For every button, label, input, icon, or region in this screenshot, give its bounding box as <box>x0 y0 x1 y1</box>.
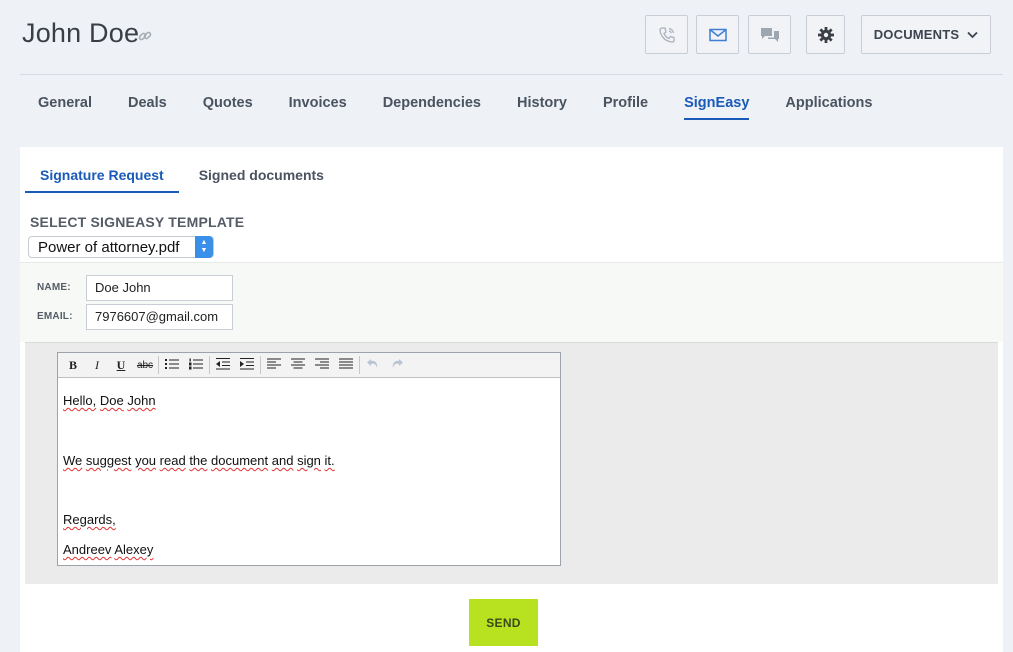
link-icon[interactable] <box>137 28 153 44</box>
message-word: the <box>189 453 208 468</box>
tab-dependencies[interactable]: Dependencies <box>383 86 481 120</box>
template-select[interactable]: Power of attorney.pdf ▲ ▼ <box>28 236 214 258</box>
message-word: it. <box>324 453 335 468</box>
documents-dropdown-button[interactable]: DOCUMENTS <box>861 15 991 54</box>
message-word: Doe <box>99 393 124 408</box>
bold-button[interactable]: B <box>61 355 85 375</box>
send-button[interactable]: SEND <box>469 599 538 646</box>
italic-button[interactable]: I <box>85 355 109 375</box>
toolbar-divider <box>260 356 261 374</box>
outdent-button[interactable] <box>211 355 235 375</box>
align-center-icon <box>291 358 305 373</box>
numbered-list-button[interactable] <box>184 355 208 375</box>
call-button[interactable] <box>645 15 688 54</box>
phone-icon <box>657 25 677 45</box>
align-justify-button[interactable] <box>334 355 358 375</box>
indent-icon <box>240 357 254 373</box>
message-word: Regards, <box>63 512 116 527</box>
settings-button[interactable] <box>806 15 845 54</box>
align-right-button[interactable] <box>310 355 334 375</box>
strikethrough-button[interactable]: abc <box>133 355 157 375</box>
redo-button[interactable] <box>385 355 409 375</box>
editor-area: B I U abc Hello, Doe John We suggest you… <box>25 342 998 584</box>
message-word: We <box>63 453 83 468</box>
undo-button[interactable] <box>361 355 385 375</box>
recipient-fields: NAME: Doe John EMAIL: 7976607@gmail.com <box>20 262 1003 342</box>
subtab-signature-request[interactable]: Signature Request <box>25 157 179 193</box>
subtab-signed-documents[interactable]: Signed documents <box>184 157 339 193</box>
template-select-label: SELECT SIGNEASY TEMPLATE <box>30 214 245 230</box>
header-divider <box>20 74 1003 75</box>
toolbar-divider <box>209 356 210 374</box>
chat-bubbles-icon <box>759 25 781 45</box>
tab-quotes[interactable]: Quotes <box>203 86 253 120</box>
bullet-list-button[interactable] <box>160 355 184 375</box>
signeasy-panel: Signature Request Signed documents SELEC… <box>20 147 1003 652</box>
message-line-body: We suggest you read the document and sig… <box>63 453 335 468</box>
tab-deals[interactable]: Deals <box>128 86 167 120</box>
tab-applications[interactable]: Applications <box>785 86 872 120</box>
template-selected-value: Power of attorney.pdf <box>38 238 180 256</box>
align-left-button[interactable] <box>262 355 286 375</box>
message-word: and <box>271 453 294 468</box>
gear-icon <box>817 26 835 44</box>
align-right-icon <box>315 358 329 373</box>
email-label: EMAIL: <box>37 311 73 322</box>
documents-label: DOCUMENTS <box>873 27 960 42</box>
tab-invoices[interactable]: Invoices <box>289 86 347 120</box>
toolbar-divider <box>359 356 360 374</box>
tab-signeasy[interactable]: SignEasy <box>684 86 750 120</box>
contact-header: John Doe DOCUMENTS <box>0 0 1013 75</box>
message-word: document <box>211 453 269 468</box>
align-center-button[interactable] <box>286 355 310 375</box>
underline-button[interactable]: U <box>109 355 133 375</box>
undo-icon <box>366 358 380 373</box>
message-word: suggest <box>85 453 132 468</box>
name-label: NAME: <box>37 282 71 293</box>
message-word: Hello, <box>63 393 97 408</box>
email-button[interactable] <box>696 15 739 54</box>
editor-toolbar: B I U abc <box>58 353 560 378</box>
indent-button[interactable] <box>235 355 259 375</box>
numbered-list-icon <box>189 358 203 373</box>
envelope-icon <box>708 27 728 43</box>
message-word: Andreev <box>63 542 112 557</box>
select-stepper-icon: ▲ ▼ <box>195 236 213 258</box>
message-word: you <box>135 453 157 468</box>
message-editor[interactable]: B I U abc Hello, Doe John We suggest you… <box>57 352 561 566</box>
tab-history[interactable]: History <box>517 86 567 120</box>
tab-profile[interactable]: Profile <box>603 86 648 120</box>
message-line-signature: Andreev Alexey <box>63 542 153 557</box>
message-word: Alexey <box>114 542 154 557</box>
message-line-greeting: Hello, Doe John <box>63 393 156 408</box>
contact-name: John Doe <box>22 18 140 48</box>
email-field[interactable]: 7976607@gmail.com <box>86 304 233 330</box>
chevron-down-icon <box>967 31 978 39</box>
align-justify-icon <box>339 358 353 373</box>
bullet-list-icon <box>165 358 179 373</box>
main-tabs: General Deals Quotes Invoices Dependenci… <box>20 86 908 126</box>
name-field[interactable]: Doe John <box>86 275 233 301</box>
message-word: read <box>159 453 186 468</box>
redo-icon <box>390 358 404 373</box>
message-word: sign <box>297 453 321 468</box>
chat-button[interactable] <box>748 15 791 54</box>
align-left-icon <box>267 358 281 373</box>
tab-general[interactable]: General <box>38 86 92 120</box>
message-word: John <box>127 393 156 408</box>
toolbar-divider <box>158 356 159 374</box>
message-line-regards: Regards, <box>63 512 116 527</box>
signeasy-subtabs: Signature Request Signed documents <box>25 157 344 193</box>
outdent-icon <box>216 357 230 373</box>
